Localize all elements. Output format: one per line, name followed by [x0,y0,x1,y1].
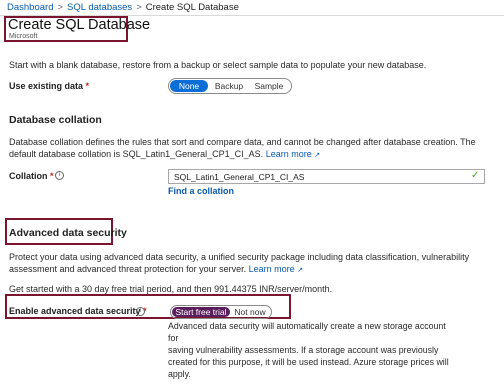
check-icon: ✓ [471,170,480,181]
option-not-now[interactable]: Not now [230,307,270,317]
existing-data-selector[interactable]: None Backup Sample [168,78,292,94]
option-sample[interactable]: Sample [250,80,288,92]
collation-label: Collation * [9,171,54,181]
info-icon[interactable]: i [55,171,64,180]
option-backup[interactable]: Backup [208,80,250,92]
storage-account-note: Advanced data security will automaticall… [168,320,458,380]
option-none[interactable]: None [170,80,208,92]
info-icon[interactable]: i [136,307,145,316]
collation-desc-line2: default database collation is SQL_Latin1… [9,149,321,159]
security-desc-line1: Protect your data using advanced data se… [9,252,470,262]
breadcrumb-current: Create SQL Database [145,2,239,13]
breadcrumb-sql-databases[interactable]: SQL databases [67,2,132,13]
note-line: Advanced data security will automaticall… [168,321,446,343]
collation-heading: Database collation [9,114,102,126]
trial-pricing-text: Get started with a 30 day free trial per… [9,284,333,294]
intro-text: Start with a blank database, restore fro… [9,60,427,70]
option-start-free-trial[interactable]: Start free trial [172,307,230,317]
note-line: apply. [168,369,191,379]
page-title: Create SQL Database [8,17,151,33]
page-subtitle: Microsoft [9,33,38,40]
collation-desc-line1: Database collation defines the rules tha… [9,137,476,147]
enable-security-toggle[interactable]: Start free trial Not now [170,305,272,319]
enable-security-label: Enable advanced data security * [9,306,147,316]
collation-input[interactable] [168,169,485,184]
note-line: saving vulnerability assessments. If a s… [168,345,439,355]
breadcrumb-separator: > [136,2,142,13]
security-heading: Advanced data security [9,227,127,239]
breadcrumb-dashboard[interactable]: Dashboard [7,2,53,13]
external-link-icon: ↗ [314,152,321,159]
security-learn-more-link[interactable]: Learn more [249,264,295,274]
breadcrumb-separator: > [57,2,64,13]
existing-data-label: Use existing data * [9,81,90,91]
external-link-icon: ↗ [297,267,304,274]
find-collation-link[interactable]: Find a collation [168,186,234,196]
collation-learn-more-link[interactable]: Learn more [266,149,312,159]
security-desc-line2: assessment and advanced threat protectio… [9,264,304,274]
breadcrumb: Dashboard > SQL databases > Create SQL Datab… [7,2,239,13]
note-line: created for this purpose, it will be use… [168,357,449,367]
